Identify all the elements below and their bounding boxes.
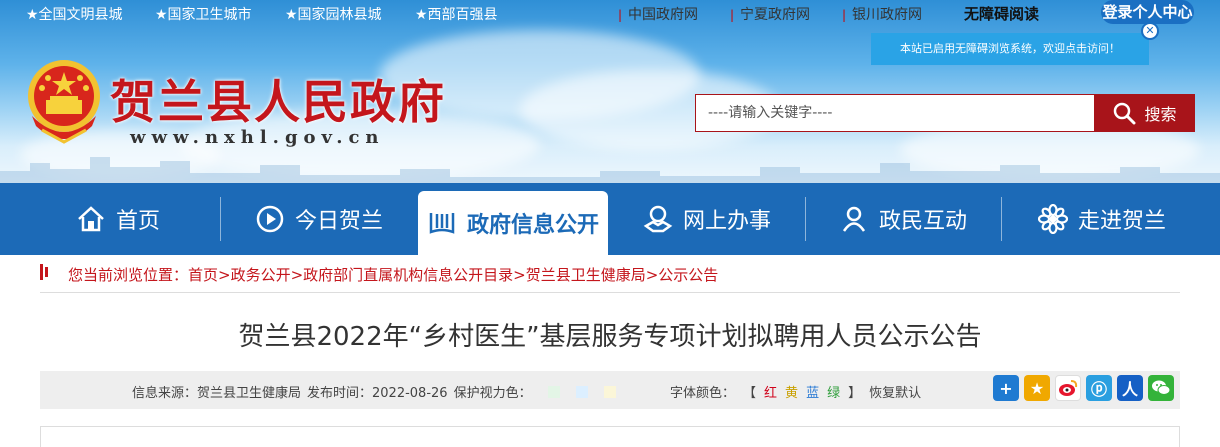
main-nav: 首页 今日贺兰 政府信息公开 网上办事 政民互动 走进贺兰 (0, 183, 1220, 255)
nav-item-label: 首页 (115, 209, 160, 234)
flower-icon (1037, 204, 1068, 234)
home-icon (78, 206, 104, 232)
article-content (40, 426, 1180, 447)
vision-color-blue[interactable] (575, 385, 588, 398)
bracket-open: 【 (743, 386, 757, 401)
play-circle-icon (256, 205, 284, 233)
font-color-blue[interactable]: 蓝 (806, 382, 819, 401)
nav-divider (1001, 197, 1002, 241)
nav-item-label: 网上办事 (682, 209, 771, 234)
login-button[interactable]: 登录个人中心 (1101, 0, 1194, 24)
breadcrumb-marker-icon (40, 264, 48, 284)
handshake-icon (643, 205, 673, 233)
vision-color-label: 保护视力色： (453, 386, 532, 401)
divider (40, 292, 1180, 293)
vision-color-green[interactable] (547, 385, 560, 398)
tag-western-top-county: ★西部百强县 (415, 7, 498, 23)
restore-default-button[interactable]: 恢复默认 (869, 382, 921, 401)
nav-item-home[interactable]: 首页 (20, 183, 216, 255)
breadcrumb[interactable]: 您当前浏览位置：首页>政务公开>政府部门直属机构信息公开目录>贺兰县卫生健康局>… (40, 262, 718, 286)
nav-item-label: 走进贺兰 (1077, 209, 1166, 234)
nav-item-label: 政府信息公开 (466, 213, 599, 238)
nav-divider (220, 197, 221, 241)
tencent-weibo-icon[interactable]: ⓟ (1086, 375, 1112, 401)
qzone-icon[interactable]: ★ (1024, 375, 1050, 401)
nav-item-label: 今日贺兰 (294, 209, 383, 234)
bracket-close: 】 (848, 386, 862, 401)
search-box (695, 94, 1095, 132)
font-color-red[interactable]: 红 (764, 382, 777, 401)
publish-date: 发布时间：2022-08-26 (307, 386, 448, 401)
link-yinchuan-gov[interactable]: | 银川政府网 (842, 4, 922, 24)
vision-color-yellow[interactable] (603, 385, 616, 398)
font-color-yellow[interactable]: 黄 (785, 382, 798, 401)
user-icon (842, 206, 866, 232)
breadcrumb-text[interactable]: 您当前浏览位置：首页>政务公开>政府部门直属机构信息公开目录>贺兰县卫生健康局>… (68, 264, 718, 285)
wechat-icon[interactable] (1148, 375, 1174, 401)
national-emblem-icon (28, 60, 100, 144)
nav-item-interaction[interactable]: 政民互动 (808, 183, 998, 255)
nav-item-about-helan[interactable]: 走进贺兰 (1004, 183, 1200, 255)
nav-item-label: 政民互动 (878, 209, 967, 234)
bullet-icon: | (730, 8, 735, 22)
tag-garden-county: ★国家园林县城 (285, 7, 382, 23)
header-banner: ★全国文明县城 ★国家卫生城市 ★国家园林县城 ★西部百强县 | 中国政府网 | 宁… (0, 0, 1220, 183)
wechat-glyph (1152, 380, 1171, 395)
plus-share-icon[interactable]: + (993, 375, 1019, 401)
article-meta-bar: 信息来源：贺兰县卫生健康局 发布时间：2022-08-26 保护视力色： 字体颜… (40, 371, 1180, 409)
info-source: 信息来源：贺兰县卫生健康局 (132, 386, 302, 401)
link-ningxia-gov[interactable]: | 宁夏政府网 (730, 4, 810, 24)
nav-item-gov-info[interactable]: 政府信息公开 (418, 191, 608, 255)
tag-health-city: ★国家卫生城市 (155, 7, 252, 23)
link-china-gov[interactable]: | 中国政府网 (618, 4, 698, 24)
accessibility-tip[interactable]: 本站已启用无障碍浏览系统，欢迎点击访问！ (871, 33, 1149, 65)
nav-divider (805, 197, 806, 241)
site-url: www.nxhl.gov.cn (130, 127, 385, 148)
article-title: 贺兰县2022年“乡村医生”基层服务专项计划拟聘用人员公示公告 (238, 322, 982, 352)
weibo-glyph (1059, 380, 1078, 396)
site-title: 贺兰县人民政府 (110, 75, 446, 129)
weibo-icon[interactable] (1055, 375, 1081, 401)
nav-item-today-helan[interactable]: 今日贺兰 (224, 183, 414, 255)
search-button-label: 搜索 (1144, 105, 1177, 124)
nav-item-online-service[interactable]: 网上办事 (612, 183, 802, 255)
tag-civilized-county: ★全国文明县城 (26, 7, 123, 23)
search-button[interactable]: 搜索 (1094, 94, 1195, 132)
font-color-label: 字体颜色： (670, 386, 736, 401)
font-color-green[interactable]: 绿 (827, 382, 840, 401)
search-icon (1114, 102, 1136, 125)
search-input[interactable] (696, 95, 1094, 131)
renren-icon[interactable]: 人 (1117, 375, 1143, 401)
accessible-reading-link[interactable]: 无障碍阅读 (964, 3, 1039, 24)
bullet-icon: | (842, 8, 847, 22)
bullet-icon: | (618, 8, 623, 22)
close-icon[interactable]: ✕ (1141, 22, 1159, 40)
city-skyline (0, 157, 1220, 183)
book-icon (429, 213, 455, 234)
